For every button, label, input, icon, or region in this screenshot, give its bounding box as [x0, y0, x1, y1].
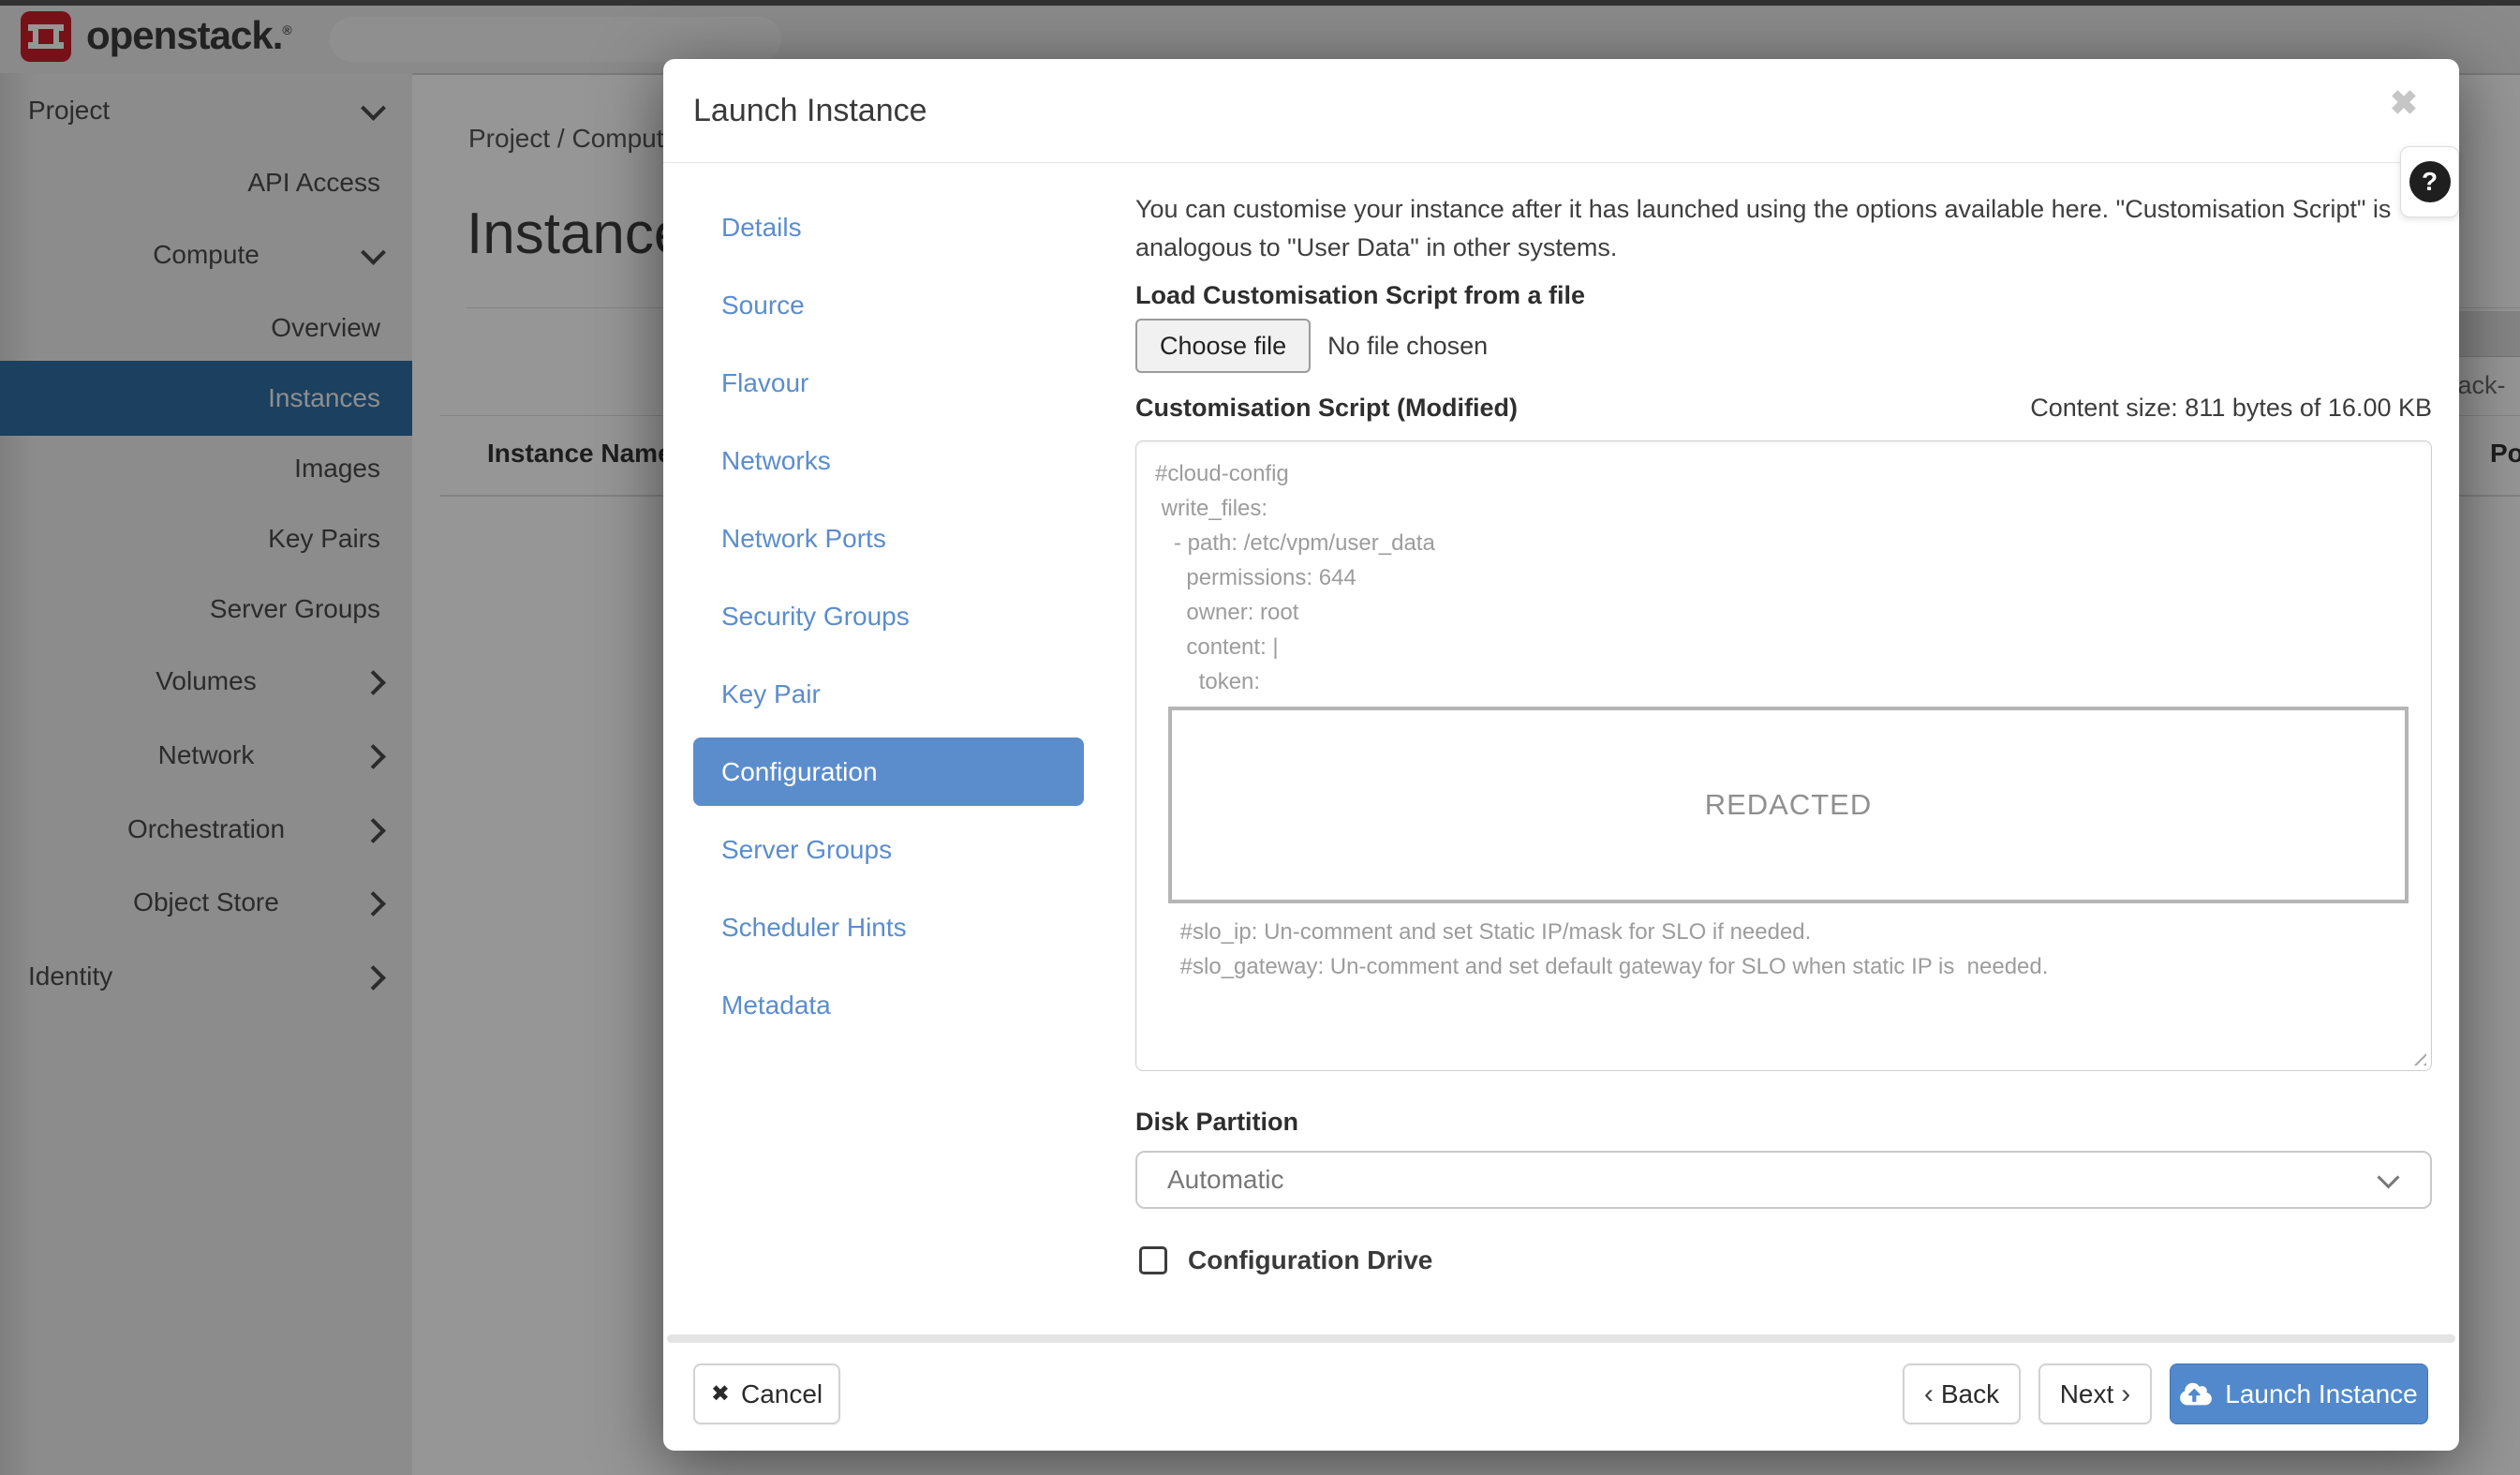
script-line: #cloud-config: [1155, 456, 2412, 491]
modal-body-scrollbar[interactable]: [667, 1334, 2455, 1343]
choose-file-button[interactable]: Choose file: [1135, 319, 1311, 373]
wizard-nav: Details Source Flavour Networks Network …: [693, 193, 1084, 1049]
next-button[interactable]: Next ›: [2038, 1363, 2152, 1424]
openstack-dashboard: openstack.® Project API Access Compute O…: [0, 0, 2520, 1475]
content-size-text: Content size: 811 bytes of 16.00 KB: [2030, 394, 2432, 423]
tab-metadata[interactable]: Metadata: [693, 971, 1084, 1039]
no-file-chosen-text: No file chosen: [1327, 332, 1488, 361]
configuration-description: You can customise your instance after it…: [1135, 190, 2439, 267]
script-line: content: |: [1155, 630, 2412, 664]
disk-partition-label: Disk Partition: [1135, 1108, 1298, 1137]
chevron-down-icon: [2377, 1166, 2399, 1188]
script-line: owner: root: [1155, 595, 2412, 630]
script-line: token:: [1155, 664, 2412, 699]
textarea-resize-handle[interactable]: [2408, 1047, 2426, 1065]
script-line: permissions: 644: [1155, 560, 2412, 595]
customisation-script-label: Customisation Script (Modified): [1135, 394, 1518, 423]
tab-security-groups[interactable]: Security Groups: [693, 582, 1084, 650]
file-input-row: Choose file No file chosen: [1135, 320, 1488, 371]
modal-header-divider: [663, 162, 2459, 163]
back-button[interactable]: ‹ Back: [1903, 1363, 2021, 1424]
tab-flavour[interactable]: Flavour: [693, 349, 1084, 417]
tab-key-pair[interactable]: Key Pair: [693, 660, 1084, 728]
configuration-drive-label: Configuration Drive: [1188, 1245, 1432, 1275]
config-drive-row: Configuration Drive: [1139, 1245, 1432, 1275]
tab-configuration[interactable]: Configuration: [693, 738, 1084, 806]
customisation-script-textarea[interactable]: #cloud-config write_files: - path: /etc/…: [1135, 440, 2432, 1071]
tab-scheduler-hints[interactable]: Scheduler Hints: [693, 893, 1084, 961]
modal-title: Launch Instance: [693, 93, 927, 129]
launch-instance-modal: Launch Instance ✖ ? Details Source Flavo…: [663, 59, 2459, 1451]
script-line: - path: /etc/vpm/user_data: [1155, 526, 2412, 560]
tab-networks[interactable]: Networks: [693, 426, 1084, 495]
configuration-drive-checkbox[interactable]: [1139, 1246, 1167, 1274]
script-line: #slo_ip: Un-comment and set Static IP/ma…: [1155, 915, 2412, 949]
cloud-upload-icon: [2180, 1381, 2212, 1407]
script-line: write_files:: [1155, 491, 2412, 526]
load-script-label: Load Customisation Script from a file: [1135, 281, 1585, 310]
script-line: #slo_gateway: Un-comment and set default…: [1155, 949, 2412, 984]
chevron-right-icon: ›: [2121, 1381, 2130, 1408]
cancel-button[interactable]: ✖ Cancel: [693, 1363, 840, 1424]
disk-partition-value: Automatic: [1167, 1165, 1284, 1195]
tab-server-groups[interactable]: Server Groups: [693, 815, 1084, 884]
tab-source[interactable]: Source: [693, 271, 1084, 339]
redacted-region: REDACTED: [1168, 707, 2409, 903]
redacted-label: REDACTED: [1705, 788, 1873, 822]
chevron-left-icon: ‹: [1924, 1381, 1934, 1408]
close-icon[interactable]: ✖: [2390, 83, 2418, 123]
disk-partition-select[interactable]: Automatic: [1135, 1151, 2432, 1209]
x-icon: ✖: [711, 1380, 730, 1408]
tab-network-ports[interactable]: Network Ports: [693, 504, 1084, 573]
tab-details[interactable]: Details: [693, 193, 1084, 261]
launch-instance-button[interactable]: Launch Instance: [2170, 1363, 2428, 1424]
